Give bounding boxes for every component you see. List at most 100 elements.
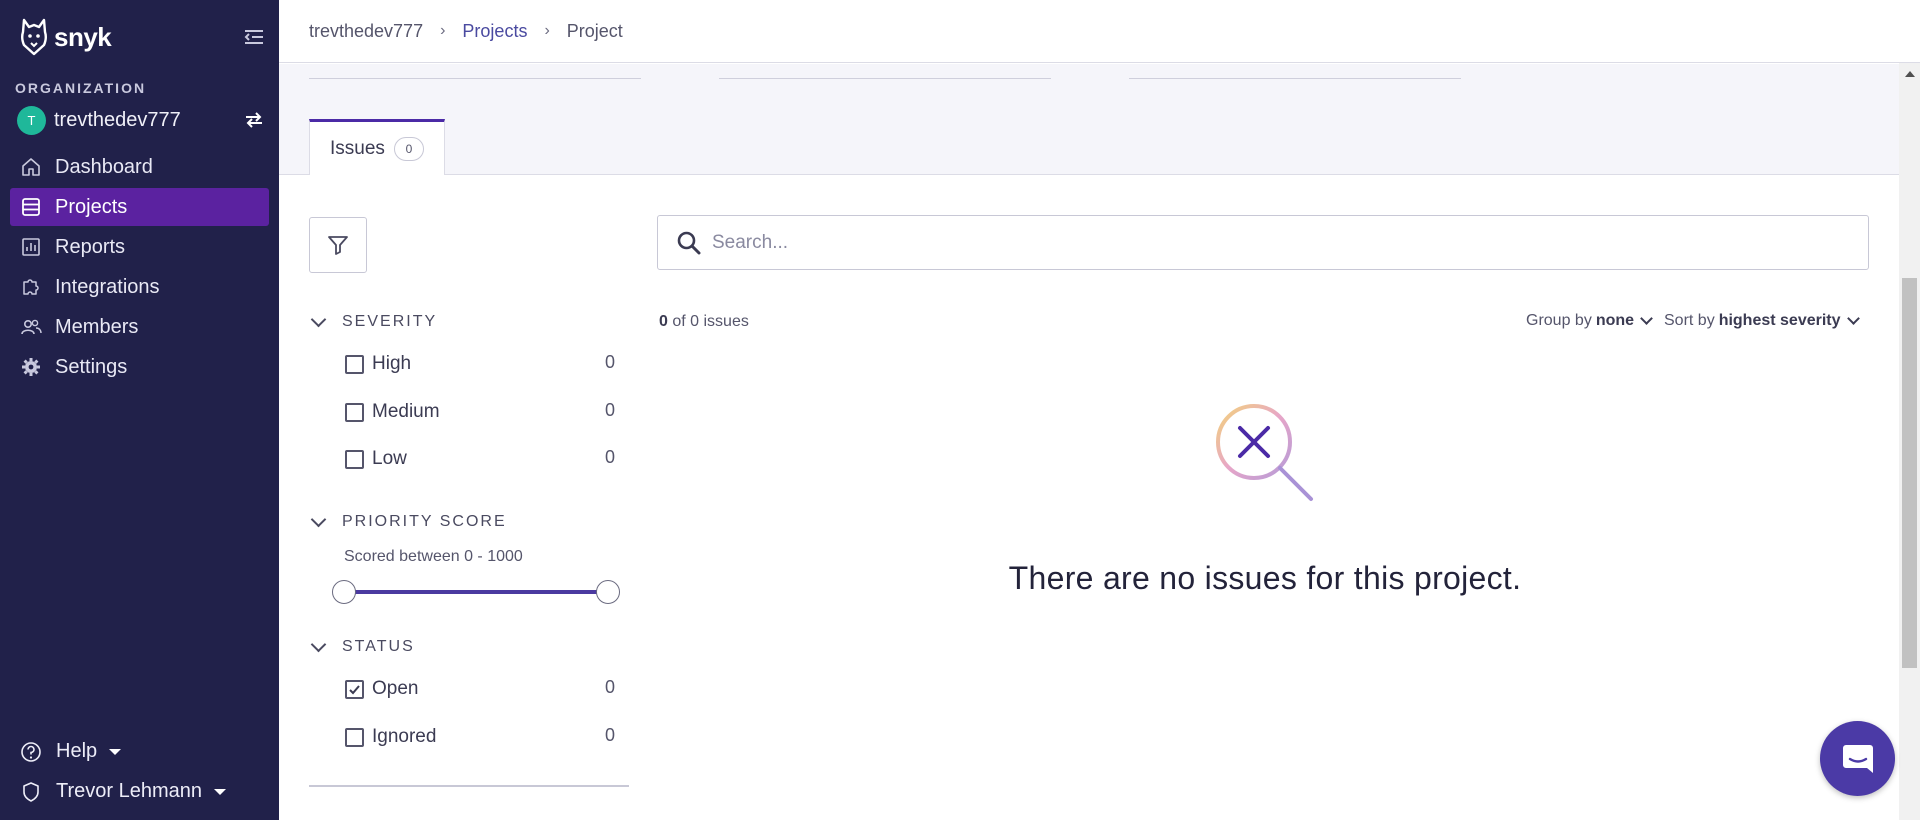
chat-launcher-button[interactable] xyxy=(1820,721,1895,796)
help-icon xyxy=(20,741,42,763)
filter-label-low: Low xyxy=(372,448,407,469)
layers-icon xyxy=(20,196,42,218)
help-menu[interactable]: Help xyxy=(20,740,260,763)
search-bar[interactable] xyxy=(657,215,1869,270)
help-label: Help xyxy=(56,740,98,762)
filter-label-high: High xyxy=(372,353,412,374)
help-caret-icon xyxy=(109,748,122,755)
status-title: STATUS xyxy=(342,638,415,655)
filter-count-open: 0 xyxy=(604,677,615,697)
page-scrollbar[interactable] xyxy=(1899,63,1920,820)
severity-title: SEVERITY xyxy=(342,313,438,330)
filter-toggle-button[interactable] xyxy=(309,217,367,273)
tab-issues-label: Issues xyxy=(330,137,385,159)
scroll-thumb[interactable] xyxy=(1902,278,1917,668)
brand-name: snyk xyxy=(54,21,112,52)
issue-count-text: of 0 issues xyxy=(672,313,749,330)
checkbox-low[interactable] xyxy=(345,449,364,469)
breadcrumb-separator: › xyxy=(544,22,550,39)
priority-range-text: Scored between 0 - 1000 xyxy=(344,548,523,565)
nav-label-members: Members xyxy=(55,315,139,338)
collapse-sidebar-icon[interactable] xyxy=(243,28,265,46)
group-by-dropdown[interactable]: Group by none xyxy=(1526,312,1653,330)
priority-slider-max-handle[interactable] xyxy=(596,580,620,604)
main-nav: Dashboard Projects Reports Integrations … xyxy=(10,148,269,388)
sort-by-label: Sort by xyxy=(1664,312,1715,329)
switch-org-icon[interactable] xyxy=(243,110,265,130)
filter-icon xyxy=(328,236,348,255)
shield-icon xyxy=(20,781,42,803)
checkbox-medium[interactable] xyxy=(345,402,364,422)
org-avatar: T xyxy=(17,105,46,135)
filter-count-medium: 0 xyxy=(604,400,615,420)
breadcrumb-projects[interactable]: Projects xyxy=(462,21,527,42)
chevron-down-icon xyxy=(310,311,327,328)
filter-low[interactable]: Low 0 xyxy=(345,447,615,471)
divider xyxy=(309,78,641,79)
filter-count-ignored: 0 xyxy=(604,725,615,745)
nav-label-reports: Reports xyxy=(55,235,126,258)
severity-section-header[interactable]: SEVERITY xyxy=(310,311,438,331)
checkmark-icon xyxy=(349,684,360,694)
snyk-logo[interactable]: snyk xyxy=(20,18,112,56)
filter-count-high: 0 xyxy=(604,352,615,372)
filter-label-medium: Medium xyxy=(372,401,440,422)
search-icon xyxy=(677,231,701,254)
checkbox-open[interactable] xyxy=(345,679,364,699)
priority-slider-track[interactable] xyxy=(344,590,608,594)
group-by-label: Group by xyxy=(1526,312,1592,329)
nav-item-members[interactable]: Members xyxy=(10,308,269,346)
gear-icon xyxy=(20,356,42,378)
filter-ignored[interactable]: Ignored 0 xyxy=(345,725,615,749)
tab-issues[interactable]: Issues 0 xyxy=(309,119,445,175)
group-by-value: none xyxy=(1595,312,1635,329)
checkbox-high[interactable] xyxy=(345,354,364,374)
tab-issues-count: 0 xyxy=(393,136,424,161)
priority-slider-min-handle[interactable] xyxy=(332,580,356,604)
filter-count-low: 0 xyxy=(604,447,615,467)
user-name: Trevor Lehmann xyxy=(56,780,202,802)
nav-label-dashboard: Dashboard xyxy=(55,155,153,178)
organization-label: ORGANIZATION xyxy=(15,80,147,96)
chevron-down-icon xyxy=(1640,312,1653,325)
divider xyxy=(309,785,629,787)
divider xyxy=(1129,78,1461,79)
org-name: trevthedev777 xyxy=(54,108,181,131)
nav-item-dashboard[interactable]: Dashboard xyxy=(10,148,269,186)
nav-item-projects[interactable]: Projects xyxy=(10,188,269,226)
breadcrumb-current: Project xyxy=(566,20,623,41)
user-menu[interactable]: Trevor Lehmann xyxy=(20,780,260,803)
users-icon xyxy=(20,316,42,338)
nav-label-projects: Projects xyxy=(55,195,128,218)
puzzle-icon xyxy=(20,276,42,298)
org-switcher[interactable]: T trevthedev777 xyxy=(17,105,267,135)
issue-count-shown: 0 xyxy=(659,313,668,330)
project-header-band: Issues 0 xyxy=(279,64,1899,175)
filter-medium[interactable]: Medium 0 xyxy=(345,400,615,424)
sidebar: snyk ORGANIZATION T trevthedev777 Dashbo… xyxy=(0,0,279,820)
filter-open[interactable]: Open 0 xyxy=(345,677,615,701)
scroll-up-arrow-icon[interactable] xyxy=(1905,71,1915,77)
nav-item-reports[interactable]: Reports xyxy=(10,228,269,266)
breadcrumb-org[interactable]: trevthedev777 xyxy=(309,21,423,42)
priority-section-header[interactable]: PRIORITY SCORE xyxy=(310,511,507,531)
search-input[interactable] xyxy=(712,231,1812,254)
nav-item-integrations[interactable]: Integrations xyxy=(10,268,269,306)
snyk-dog-icon xyxy=(21,18,47,56)
status-section-header[interactable]: STATUS xyxy=(310,636,415,656)
home-icon xyxy=(20,156,42,178)
filter-high[interactable]: High 0 xyxy=(345,352,615,376)
breadcrumb-separator: › xyxy=(440,22,446,39)
filter-label-open: Open xyxy=(372,678,419,699)
nav-label-settings: Settings xyxy=(55,355,128,378)
priority-title: PRIORITY SCORE xyxy=(342,513,507,530)
sort-by-value: highest severity xyxy=(1718,312,1841,329)
sort-by-dropdown[interactable]: Sort by highest severity xyxy=(1664,312,1860,330)
checkbox-ignored[interactable] xyxy=(345,727,364,747)
chat-icon xyxy=(1842,744,1873,773)
nav-label-integrations: Integrations xyxy=(55,275,160,298)
filter-label-ignored: Ignored xyxy=(372,726,437,747)
user-caret-icon xyxy=(214,788,226,795)
divider xyxy=(719,78,1051,79)
nav-item-settings[interactable]: Settings xyxy=(10,348,269,386)
